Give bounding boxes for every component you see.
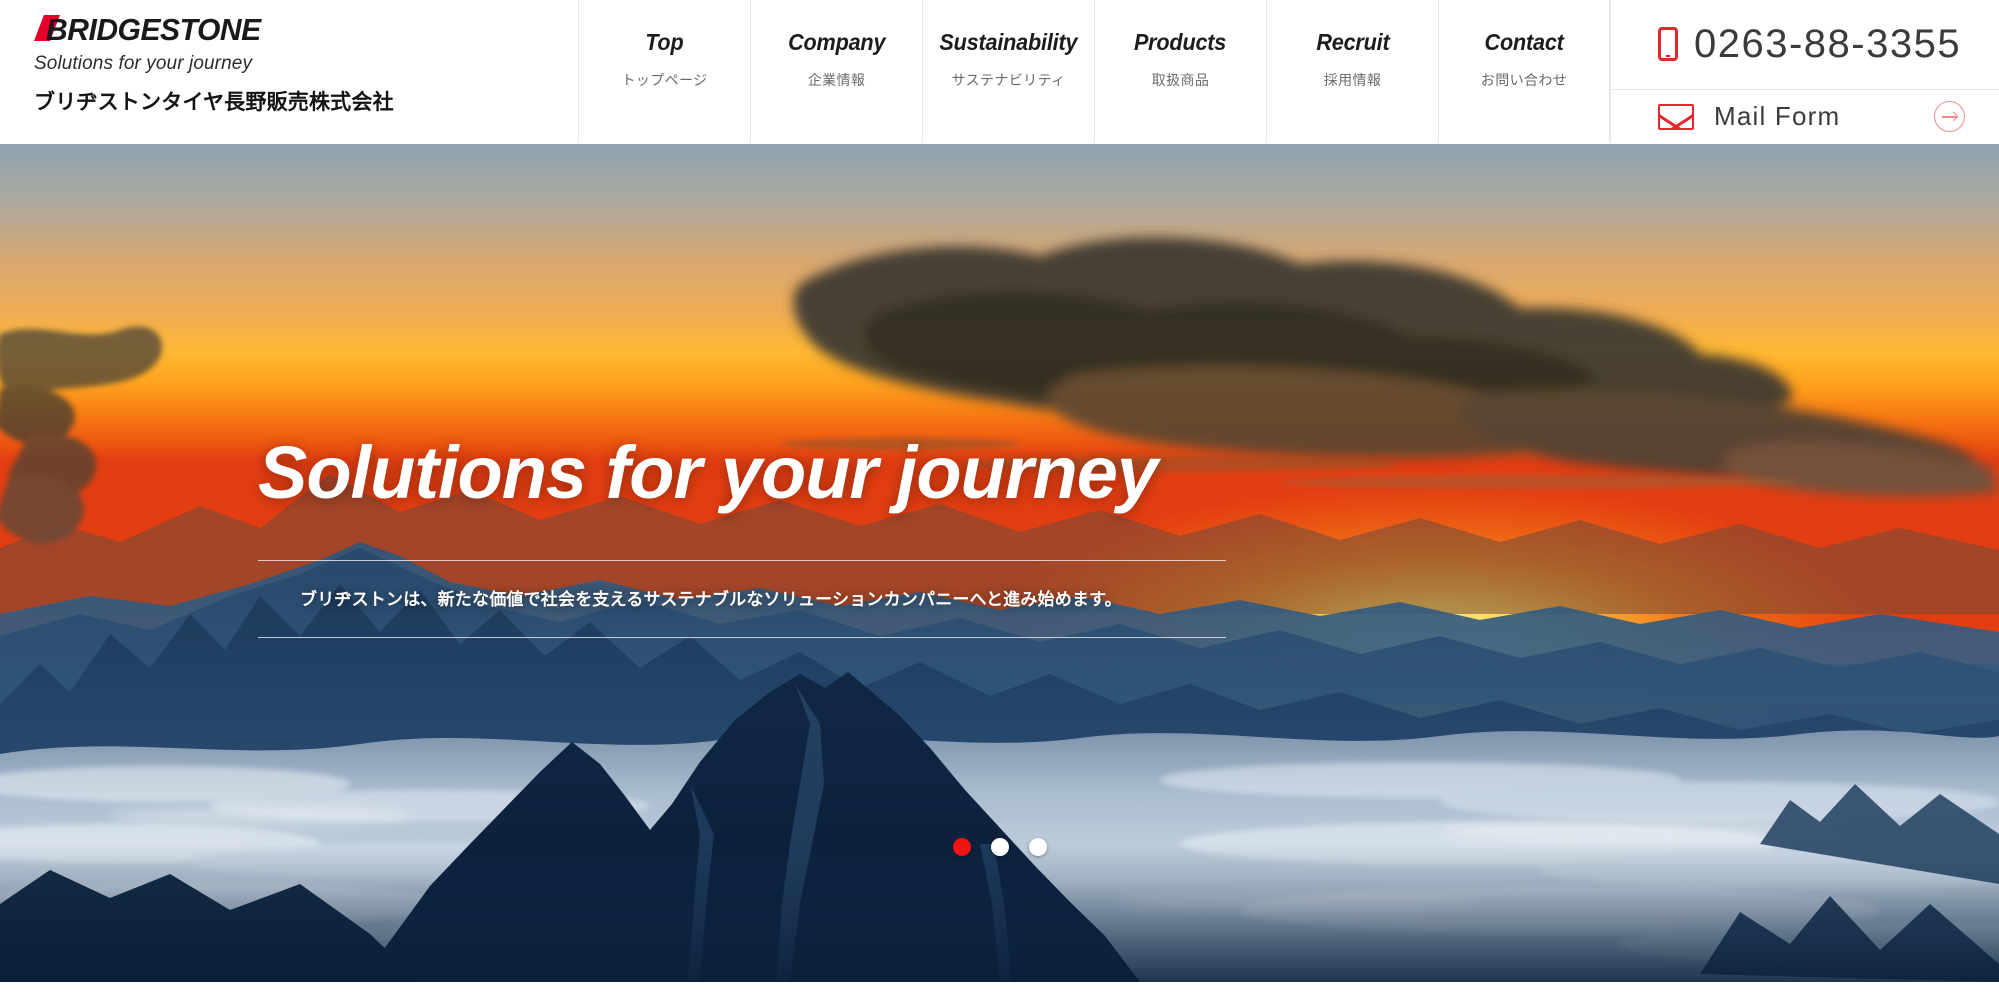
carousel-dot-2[interactable] [990,838,1009,856]
hero-carousel: Solutions for your journey ブリヂストンは、新たな価値… [0,144,1999,982]
hero-divider-top [258,559,1226,561]
nav-item-company-label-ja: 企業情報 [807,72,866,88]
carousel-dot-3[interactable] [1028,838,1047,856]
nav-item-sustainability[interactable]: Sustainability サステナビリティ [922,0,1094,143]
site-header: BRIDGESTONE Solutions for your journey ブ… [0,0,1999,144]
smartphone-icon [1658,26,1678,61]
hero-divider-bottom [258,636,1226,638]
nav-item-contact[interactable]: Contact お問い合わせ [1438,0,1610,143]
carousel-dot-1[interactable] [952,838,971,856]
telephone-number: 0263-88-3355 [1694,22,1962,66]
contact-divider [1610,0,1611,143]
nav-item-sustainability-label-en: Sustainability [939,29,1078,55]
logo-company-name: ブリヂストンタイヤ長野販売株式会社 [34,91,394,114]
nav-item-top-label-ja: トップページ [621,72,708,88]
arrow-right-circle-icon [1934,101,1965,132]
nav-item-products-label-en: Products [1134,29,1227,55]
page-body-below-hero [0,982,1999,1003]
hero-copy: Solutions for your journey ブリヂストンは、新たな価値… [258,434,1228,638]
nav-item-recruit-label-en: Recruit [1315,29,1390,55]
nav-item-products[interactable]: Products 取扱商品 [1094,0,1266,143]
bridgestone-wordmark: BRIDGESTONE [34,12,578,48]
mail-form-label: Mail Form [1714,101,1841,131]
nav-item-company[interactable]: Company 企業情報 [750,0,922,143]
nav-item-recruit[interactable]: Recruit 採用情報 [1266,0,1438,143]
nav-item-company-label-en: Company [787,29,886,55]
envelope-icon [1658,103,1694,130]
mail-form-button[interactable]: Mail Form [1610,90,1999,143]
header-contact-column: 0263-88-3355 Mail Form [1610,0,1999,143]
nav-item-sustainability-label-ja: サステナビリティ [951,72,1066,88]
nav-item-top[interactable]: Top トップページ [578,0,750,143]
hero-subtitle: ブリヂストンは、新たな価値で社会を支えるサステナブルなソリューションカンパニーへ… [300,589,1122,609]
nav-item-products-label-ja: 取扱商品 [1151,72,1210,88]
nav-item-contact-label-en: Contact [1484,29,1564,55]
nav-item-top-label-en: Top [645,29,684,55]
hero-title: Solutions for your journey [258,431,1158,514]
header-bar: BRIDGESTONE Solutions for your journey ブ… [0,0,1999,143]
nav-item-contact-label-ja: お問い合わせ [1480,72,1568,88]
logo-tagline: Solutions for your journey [34,53,253,74]
telephone-row[interactable]: 0263-88-3355 [1610,0,1999,90]
carousel-pagination [0,838,1999,856]
logo-wordmark-text: BRIDGESTONE [46,12,261,47]
site-logo[interactable]: BRIDGESTONE Solutions for your journey ブ… [0,0,578,143]
main-navigation: Top トップページ Company 企業情報 Sustainability サ… [578,0,1610,143]
nav-item-recruit-label-ja: 採用情報 [1323,72,1382,88]
